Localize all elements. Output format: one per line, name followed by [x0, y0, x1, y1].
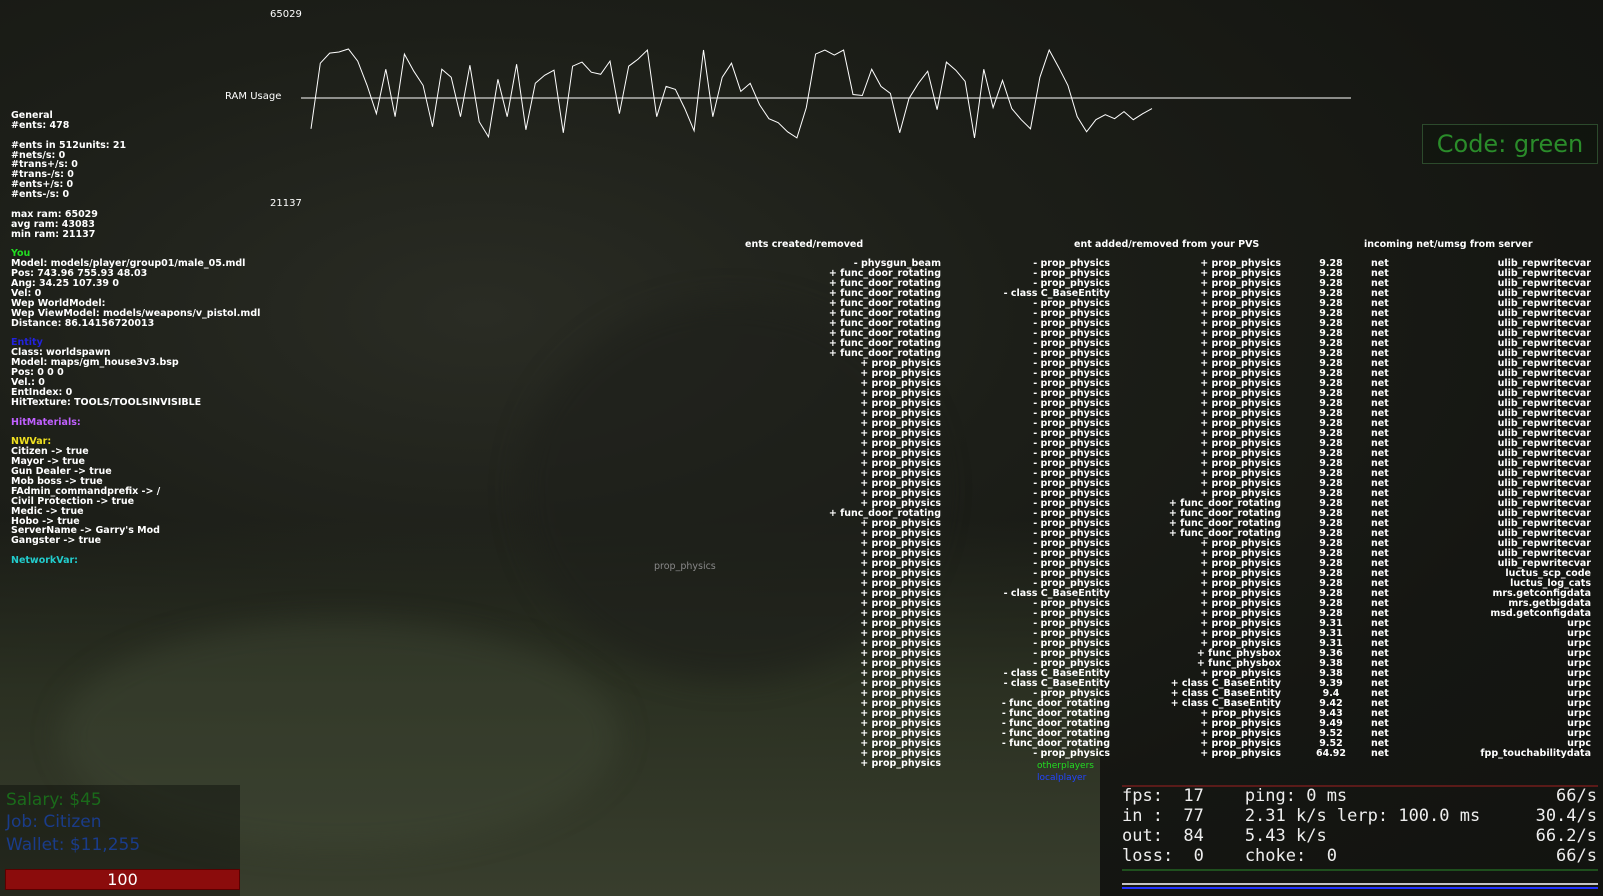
message-row: urpc: [1567, 668, 1591, 679]
time-row: 64.92: [1315, 748, 1347, 759]
ent-removed-row: - prop_physics: [1033, 748, 1110, 759]
stats-line: Pos: 0 0 0: [11, 367, 64, 379]
message-row: urpc: [1567, 698, 1591, 709]
stats-line: #ents-/s: 0: [11, 189, 70, 201]
netgraph-rate-4: 66/s: [1556, 846, 1597, 866]
header-pvs: ent added/removed from your PVS: [1074, 239, 1260, 250]
netgraph-line-loss: loss: 0 choke: 0: [1122, 846, 1337, 866]
pvs-row: + prop_physics: [1200, 748, 1281, 759]
stats-line: Gangster -> true: [11, 535, 102, 547]
health-bar: 100: [5, 869, 240, 890]
message-row: urpc: [1567, 718, 1591, 729]
message-row: urpc: [1567, 678, 1591, 689]
netgraph-rate-2: 30.4/s: [1535, 806, 1597, 826]
stats-line: [11, 240, 260, 250]
netgraph-rate-3: 66.2/s: [1535, 826, 1597, 846]
stats-line: Distance: 86.14156720013: [11, 317, 155, 329]
netgraph-line-in: in : 77 2.31 k/s lerp: 100.0 ms: [1122, 806, 1481, 826]
stats-line: Ang: 34.25 107.39 0: [11, 278, 119, 290]
type-row: net: [1371, 748, 1389, 759]
message-row: urpc: [1567, 638, 1591, 649]
code-status-box: Code: green: [1422, 124, 1598, 164]
header-incoming: incoming net/umsg from server: [1364, 239, 1533, 250]
stats-line: HitMaterials:: [11, 416, 81, 428]
hud-job: Job: Citizen: [6, 812, 102, 832]
legend-localplayer: localplayer: [1037, 773, 1087, 783]
message-row: urpc: [1567, 728, 1591, 739]
netgraph-line-fps: fps: 17 ping: 0 ms: [1122, 786, 1348, 806]
type-column: net net net net net net net net net net net net net n…: [1371, 259, 1401, 759]
debug-stats-panel: General #ents: 478 #ents in 512units: 21 #n…: [11, 111, 260, 566]
message-row: fpp_touchabilitydata: [1480, 748, 1591, 759]
stats-line: [11, 329, 260, 339]
pvs-column: + prop_physics + prop_physics + prop_physi…: [1130, 259, 1281, 759]
message-row: urpc: [1567, 708, 1591, 719]
message-row: urpc: [1567, 688, 1591, 699]
stats-line: HitTexture: TOOLS/TOOLSINVISIBLE: [11, 396, 202, 408]
time-column: 9.28 9.28 9.28 9.28 9.28 9.28 9.28 9.28 9.28 9.28…: [1312, 259, 1350, 759]
message-row: msd.getconfigdata: [1490, 608, 1591, 619]
header-ents-created: ents created/removed: [745, 239, 864, 250]
hud-salary: Salary: $45: [6, 790, 102, 810]
ent-created-row: + prop_physics: [860, 758, 941, 769]
message-row: urpc: [1567, 658, 1591, 669]
ram-usage-line: [310, 48, 1153, 139]
stats-line: #ents: 478: [11, 119, 70, 131]
stats-line: NetworkVar:: [11, 555, 78, 567]
hud-wallet: Wallet: $11,255: [6, 835, 141, 855]
message-column: ulib_repwritecvar ulib_repwritecvar ulib_r…: [1410, 259, 1591, 759]
stats-line: min ram: 21137: [11, 228, 96, 240]
legend-otherplayers: otherplayers: [1037, 761, 1094, 771]
message-row: urpc: [1567, 628, 1591, 639]
message-row: urpc: [1567, 618, 1591, 629]
netgraph-line-out: out: 84 5.43 k/s: [1122, 826, 1327, 846]
netgraph-rate-1: 66/s: [1556, 786, 1597, 806]
message-row: urpc: [1567, 648, 1591, 659]
ents-created-column: - physgun_beam + func_door_rotating + func…: [660, 259, 941, 769]
ents-removed-column: - prop_physics - prop_physics - prop_physi…: [960, 259, 1110, 759]
